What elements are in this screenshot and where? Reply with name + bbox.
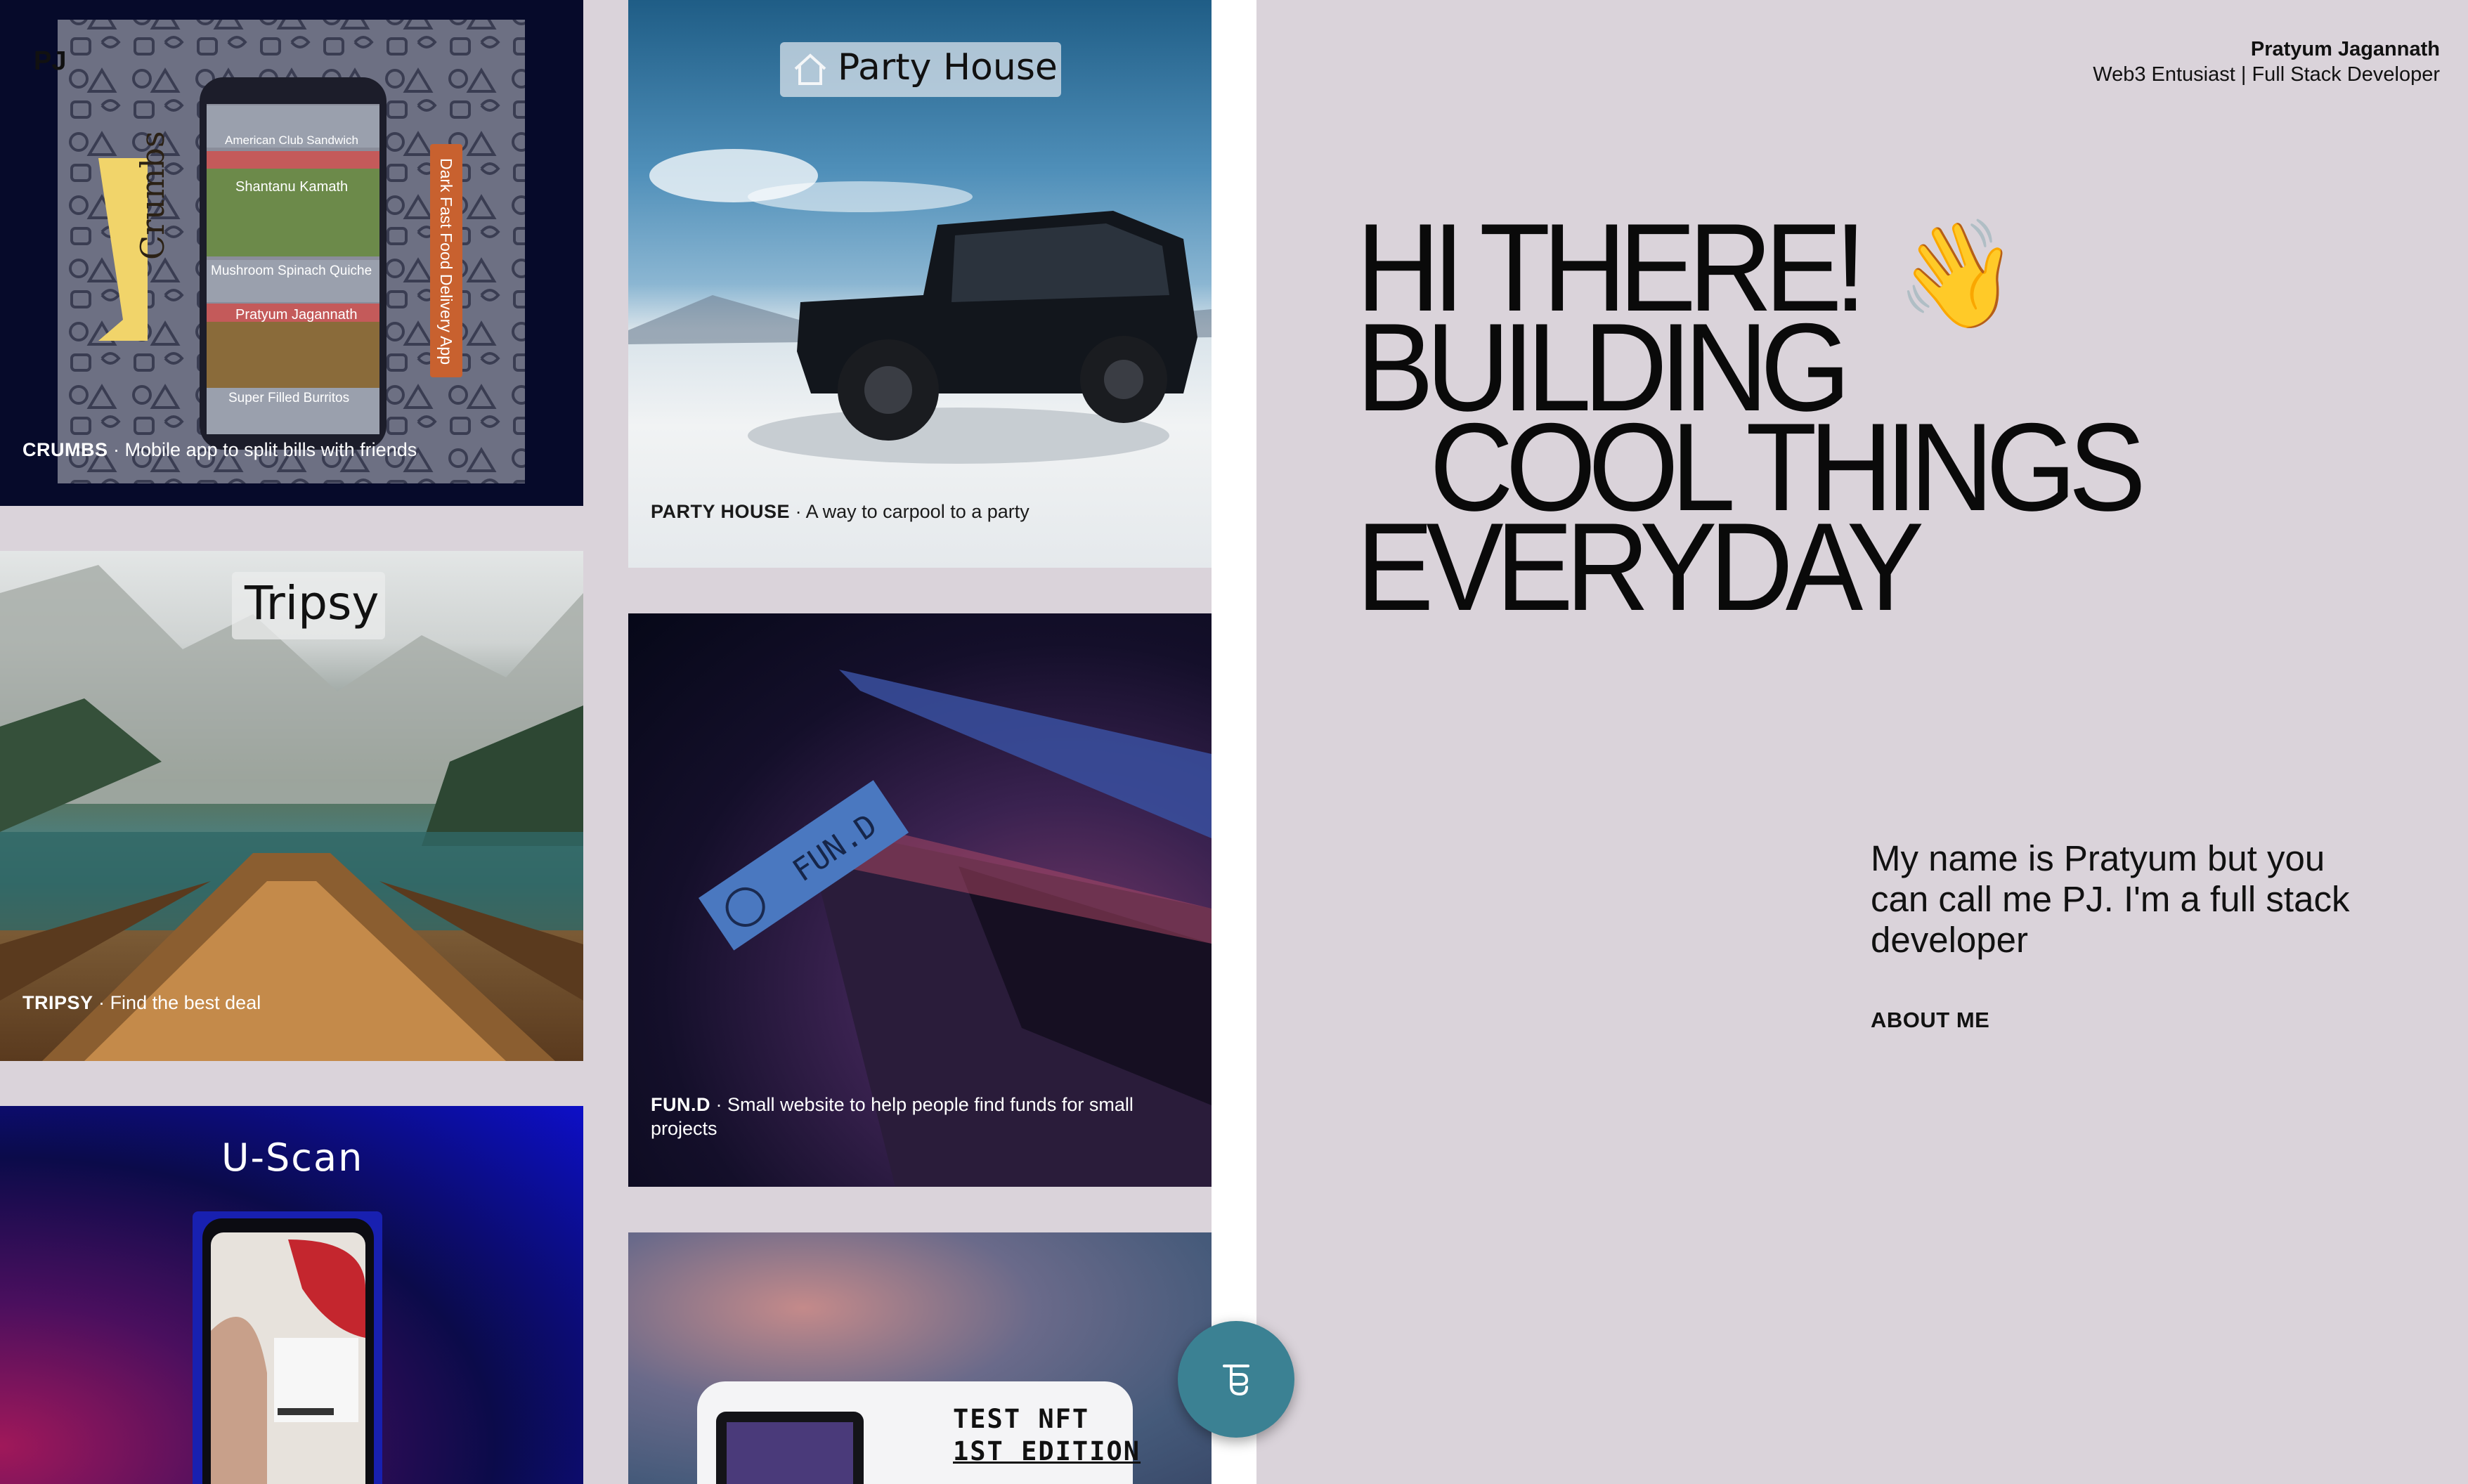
fund-name: FUN.D — [651, 1094, 710, 1115]
party-house-title: Party House — [838, 46, 1058, 89]
crumbs-menu-5: Super Filled Burritos — [228, 391, 350, 405]
site-logo[interactable]: PJ — [34, 46, 66, 77]
project-gallery: PJ Crumbs Dark Fast Food Delivery App Am… — [0, 0, 1256, 1484]
project-card-nft[interactable]: TEST NFT 1ST EDITION — [628, 1232, 1212, 1484]
wave-emoji-icon: 👋 — [1896, 215, 2019, 333]
nft-line-2: 1ST EDITION — [953, 1436, 1141, 1466]
crumbs-caption: CRUMBS · Mobile app to split bills with … — [22, 438, 561, 462]
project-card-fund[interactable]: FUN.D FUN.D · Small website to help peop… — [628, 613, 1212, 1187]
fund-caption: FUN.D · Small website to help people fin… — [651, 1093, 1171, 1140]
separator: · — [98, 992, 105, 1013]
party-house-name: PARTY HOUSE — [651, 501, 791, 522]
separator: · — [795, 501, 802, 522]
separator: · — [113, 439, 120, 460]
crumbs-menu-3: Mushroom Spinach Quiche — [211, 263, 372, 278]
tripsy-name: TRIPSY — [22, 992, 93, 1013]
intro-text: My name is Pratyum but you can call me P… — [1871, 838, 2350, 960]
profile-role: Web3 Entusiast | Full Stack Developer — [2093, 63, 2440, 86]
about-me-link[interactable]: ABOUT ME — [1871, 1008, 1989, 1033]
tripsy-desc: Find the best deal — [110, 992, 261, 1013]
project-card-party-house[interactable]: Party House PARTY HOUSE · A way to carpo… — [628, 0, 1212, 568]
separator: · — [715, 1094, 722, 1115]
profile-block: Pratyum Jagannath Web3 Entusiast | Full … — [2093, 37, 2440, 87]
nft-line-1: TEST NFT — [953, 1404, 1090, 1434]
crumbs-name: CRUMBS — [22, 439, 108, 460]
hero-headline: HI THERE! 👋 BUILDING COOL THINGS EVERYDA… — [1356, 205, 2146, 630]
party-house-caption: PARTY HOUSE · A way to carpool to a part… — [651, 500, 1189, 523]
hero-panel: Pratyum Jagannath Web3 Entusiast | Full … — [1256, 0, 2468, 1484]
crumbs-desc: Mobile app to split bills with friends — [124, 439, 417, 460]
project-card-crumbs[interactable]: Crumbs Dark Fast Food Delivery App Ameri… — [0, 0, 583, 506]
gallery-divider — [1212, 0, 1256, 1484]
uscan-title: U-Scan — [221, 1135, 364, 1180]
house-icon — [794, 53, 826, 85]
tripsy-title: Tripsy — [245, 576, 379, 630]
floating-logo-button[interactable] — [1178, 1321, 1294, 1438]
crumbs-menu-4: Pratyum Jagannath — [235, 307, 358, 323]
project-card-tripsy[interactable]: Tripsy TRIPSY · Find the best deal — [0, 551, 583, 1061]
crumbs-menu-2: Shantanu Kamath — [235, 179, 349, 195]
crumbs-banner-text: Crumbs — [134, 131, 171, 260]
tripsy-caption: TRIPSY · Find the best deal — [22, 991, 561, 1015]
fund-desc: Small website to help people find funds … — [651, 1094, 1134, 1139]
profile-name: Pratyum Jagannath — [2250, 38, 2440, 60]
crumbs-menu-1: American Club Sandwich — [225, 134, 358, 147]
project-card-uscan[interactable]: U-Scan — [0, 1106, 583, 1484]
crumbs-illustration — [58, 20, 525, 483]
pj-monogram-icon — [1223, 1365, 1249, 1396]
crumbs-side-tag: Dark Fast Food Delivery App — [437, 158, 455, 365]
party-house-desc: A way to carpool to a party — [805, 501, 1030, 522]
